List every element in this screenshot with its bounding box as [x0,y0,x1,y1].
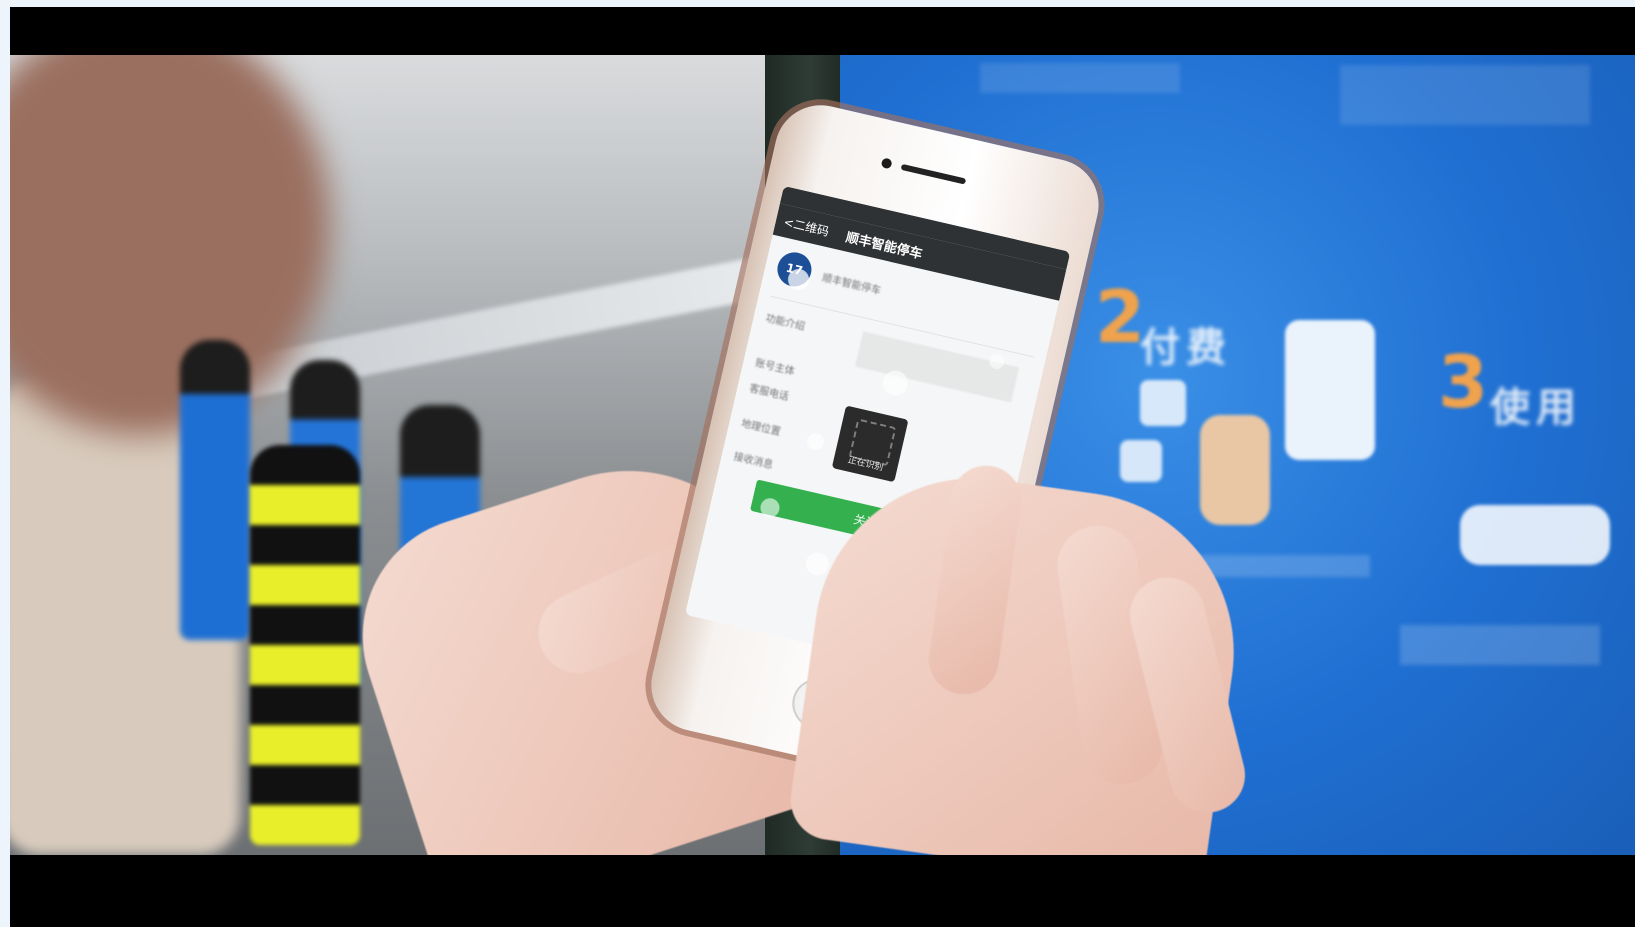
payment-icon [1140,380,1186,426]
car-illustration [1285,320,1375,460]
qr-recognizing-overlay: 正在识别 [831,405,909,483]
traffic-cone-3 [250,445,360,845]
person-illustration [1200,415,1270,525]
sign-caption-left [1190,555,1370,577]
row-label-location: 地理位置 [740,418,782,439]
payment-icon-2 [1120,440,1162,482]
sign-caption-right [1400,625,1600,665]
bike-illustration [1460,505,1610,565]
sign-text-top-left [980,63,1180,93]
video-frame: 2 付费 3 使用 <二维码 顺丰智能停车 17 顺丰智能停车 功能介绍 账号主… [10,7,1635,927]
step-2-number: 2 [1095,275,1146,359]
row-label-entity: 账号主体 [754,358,796,378]
intro-text [855,331,1020,403]
step-3-label: 使用 [1490,385,1582,431]
account-name: 顺丰智能停车 [820,272,882,298]
photo-scene: 2 付费 3 使用 <二维码 顺丰智能停车 17 顺丰智能停车 功能介绍 账号主… [10,55,1635,855]
row-label-intro: 功能介绍 [764,313,806,334]
traffic-cone-1 [180,340,250,640]
sign-text-top-right [1340,65,1590,125]
row-label-receive: 接收消息 [732,451,774,472]
account-avatar: 17 [774,248,815,290]
back-button[interactable]: <二维码 [782,213,831,240]
step-3-number: 3 [1438,340,1489,424]
row-label-phone: 客服电话 [748,383,790,404]
step-2-label: 付费 [1140,325,1232,371]
